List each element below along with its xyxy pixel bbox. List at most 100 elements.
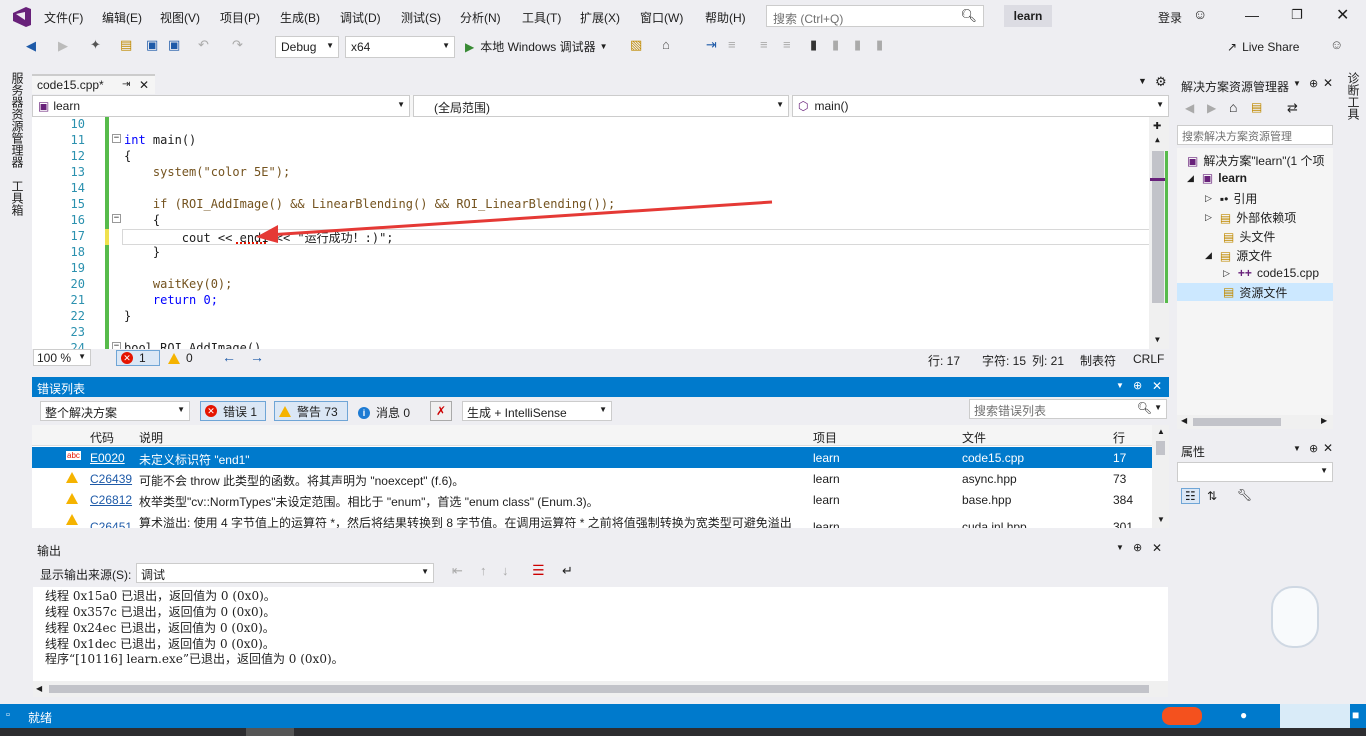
alphabetical-icon[interactable]: ⇅ bbox=[1207, 489, 1217, 503]
forward-icon[interactable]: ▶ bbox=[1207, 101, 1216, 115]
server-explorer-tab[interactable]: 服务器资源管理器 bbox=[9, 72, 26, 168]
split-icon[interactable]: ✚ bbox=[1153, 117, 1161, 133]
error-code-link[interactable]: C26439 bbox=[90, 472, 132, 486]
menu-window[interactable]: 窗口(W) bbox=[640, 9, 683, 26]
browser-link-icon[interactable]: ⌂ bbox=[662, 37, 670, 52]
tab-overflow-icon[interactable]: ▼ bbox=[1138, 76, 1147, 86]
tree-item-project[interactable]: ◢ ▣ learn bbox=[1187, 171, 1247, 185]
save-all-icon[interactable]: ▣ bbox=[168, 37, 180, 53]
pin-icon[interactable]: ⊕ bbox=[1133, 379, 1142, 392]
sync-icon[interactable]: ⇄ bbox=[1287, 100, 1298, 116]
tray-app-icon[interactable] bbox=[1162, 707, 1202, 725]
close-tab-icon[interactable]: ✕ bbox=[139, 78, 149, 92]
next-issue-icon[interactable]: → bbox=[250, 349, 264, 365]
visual-studio-logo-icon[interactable] bbox=[10, 6, 32, 28]
panel-menu-icon[interactable]: ▼ bbox=[1116, 381, 1124, 390]
toolbox-tab[interactable]: 工具箱 bbox=[9, 180, 26, 216]
pin-icon[interactable]: ⊕ bbox=[1133, 541, 1142, 554]
close-icon[interactable]: ✕ bbox=[1336, 5, 1349, 25]
scrollbar-thumb[interactable] bbox=[1152, 151, 1164, 303]
column-header-code[interactable]: 代码 bbox=[90, 429, 114, 446]
editor-tab-code15[interactable]: code15.cpp* ⇥ ✕ bbox=[32, 74, 155, 94]
output-pane[interactable]: 线程 0x15a0 已退出，返回值为 0 (0x0)。 线程 0x357c 已退… bbox=[33, 587, 1168, 681]
menu-help[interactable]: 帮助(H) bbox=[705, 9, 746, 26]
minimize-icon[interactable]: — bbox=[1245, 7, 1259, 23]
pin-icon[interactable]: ⇥ bbox=[122, 79, 130, 90]
feedback-icon[interactable]: ☺ bbox=[1330, 37, 1343, 52]
bookmark-icon[interactable]: ▮ bbox=[810, 37, 817, 53]
gear-icon[interactable]: ⚙ bbox=[1155, 74, 1167, 90]
save-icon[interactable]: ▣ bbox=[146, 37, 158, 53]
column-header-file[interactable]: 文件 bbox=[962, 429, 986, 446]
next-message-icon[interactable]: ↓ bbox=[502, 563, 509, 578]
menu-test[interactable]: 测试(S) bbox=[401, 9, 441, 26]
filter-icon[interactable]: ✗ bbox=[430, 401, 452, 421]
scroll-right-icon[interactable]: ▶ bbox=[1321, 416, 1327, 425]
configuration-select[interactable]: Debug ▼ bbox=[275, 36, 339, 58]
tree-item-source-files[interactable]: ◢ ▤ 源文件 bbox=[1205, 247, 1272, 264]
scroll-down-icon[interactable]: ▼ bbox=[1157, 515, 1165, 524]
format-icon[interactable]: ≡ bbox=[728, 37, 736, 52]
output-source-select[interactable]: 调试 ▼ bbox=[136, 563, 434, 583]
error-search-input[interactable]: 搜索错误列表 🔍︎ ▼ bbox=[969, 399, 1167, 419]
editor-vertical-scrollbar[interactable]: ✚ ▲ ▼ bbox=[1149, 117, 1169, 349]
tree-item-references[interactable]: ▷ ▪• 引用 bbox=[1205, 190, 1257, 207]
collapse-icon[interactable]: − bbox=[112, 342, 121, 349]
word-wrap-icon[interactable]: ↵ bbox=[562, 563, 573, 579]
menu-project[interactable]: 项目(P) bbox=[220, 9, 260, 26]
table-row[interactable]: C26439 可能不会 throw 此类型的函数。将其声明为 "noexcept… bbox=[32, 468, 1152, 489]
next-bookmark-icon[interactable]: ▮ bbox=[854, 37, 861, 53]
start-debugging-button[interactable]: ▶ 本地 Windows 调试器 ▼ bbox=[465, 38, 608, 55]
warning-count-indicator[interactable]: 0 bbox=[168, 351, 193, 365]
quick-search-box[interactable]: 搜索 (Ctrl+Q) 🔍︎ bbox=[766, 5, 984, 27]
error-list-scrollbar[interactable]: ▲ ▼ bbox=[1152, 425, 1169, 528]
scrollbar-thumb[interactable] bbox=[49, 685, 1149, 693]
output-horizontal-scrollbar[interactable]: ◀ bbox=[33, 681, 1168, 697]
solution-search-input[interactable]: 搜索解决方案资源管理 bbox=[1177, 125, 1333, 145]
menu-build[interactable]: 生成(B) bbox=[280, 9, 320, 26]
switch-views-icon[interactable]: ▤ bbox=[1251, 100, 1262, 114]
attach-process-icon[interactable]: ▧ bbox=[630, 37, 642, 53]
scrollbar-thumb[interactable] bbox=[1193, 418, 1281, 426]
table-row[interactable]: C26451 算术溢出: 使用 4 字节值上的运算符 *，然后将结果转换到 8 … bbox=[32, 510, 1152, 528]
properties-object-select[interactable]: ▼ bbox=[1177, 462, 1333, 482]
undo-icon[interactable]: ↶ bbox=[198, 37, 209, 53]
collapse-icon[interactable]: − bbox=[112, 214, 121, 223]
tree-item-code15[interactable]: ▷ ++ code15.cpp bbox=[1223, 266, 1319, 280]
close-panel-icon[interactable]: ✕ bbox=[1323, 76, 1333, 90]
forward-icon[interactable]: ▶ bbox=[58, 38, 68, 54]
find-message-icon[interactable]: ⇤ bbox=[452, 563, 463, 579]
property-pages-icon[interactable]: 🔧︎ bbox=[1237, 488, 1252, 502]
menu-view[interactable]: 视图(V) bbox=[160, 9, 200, 26]
categorized-icon[interactable]: ☷ bbox=[1181, 488, 1200, 504]
home-icon[interactable]: ⌂ bbox=[1229, 99, 1237, 115]
menu-tools[interactable]: 工具(T) bbox=[522, 9, 561, 26]
comment-icon[interactable]: ≡ bbox=[760, 37, 768, 52]
column-header-project[interactable]: 项目 bbox=[813, 429, 837, 446]
menu-extensions[interactable]: 扩展(X) bbox=[580, 9, 620, 26]
prev-bookmark-icon[interactable]: ▮ bbox=[832, 37, 839, 53]
back-icon[interactable]: ◀ bbox=[1185, 101, 1194, 115]
uncomment-icon[interactable]: ≡ bbox=[783, 37, 791, 52]
build-filter-select[interactable]: 生成 + IntelliSense ▼ bbox=[462, 401, 612, 421]
column-header-description[interactable]: 说明 bbox=[139, 429, 163, 446]
menu-analyze[interactable]: 分析(N) bbox=[460, 9, 501, 26]
column-header-line[interactable]: 行 bbox=[1113, 429, 1125, 446]
account-icon[interactable]: ☺ bbox=[1193, 6, 1207, 22]
error-code-link[interactable]: C26812 bbox=[90, 493, 132, 507]
panel-menu-icon[interactable]: ▼ bbox=[1293, 444, 1301, 453]
panel-menu-icon[interactable]: ▼ bbox=[1293, 79, 1301, 88]
scroll-up-icon[interactable]: ▲ bbox=[1155, 135, 1160, 144]
platform-select[interactable]: x64 ▼ bbox=[345, 36, 455, 58]
menu-edit[interactable]: 编辑(E) bbox=[102, 9, 142, 26]
close-panel-icon[interactable]: ✕ bbox=[1323, 441, 1333, 455]
taskbar-active-app[interactable] bbox=[246, 728, 294, 736]
live-share-button[interactable]: ↗ Live Share bbox=[1227, 40, 1299, 54]
redo-icon[interactable]: ↷ bbox=[232, 37, 243, 53]
step-icon[interactable]: ⇥ bbox=[706, 37, 717, 53]
scroll-down-icon[interactable]: ▼ bbox=[1155, 335, 1160, 344]
back-icon[interactable]: ◀ bbox=[26, 38, 36, 54]
messages-filter-button[interactable]: i 消息 0 bbox=[358, 404, 410, 421]
tree-item-solution[interactable]: ▣ 解决方案"learn"(1 个项 bbox=[1187, 152, 1325, 169]
solution-horizontal-scrollbar[interactable]: ◀ ▶ bbox=[1177, 415, 1333, 429]
